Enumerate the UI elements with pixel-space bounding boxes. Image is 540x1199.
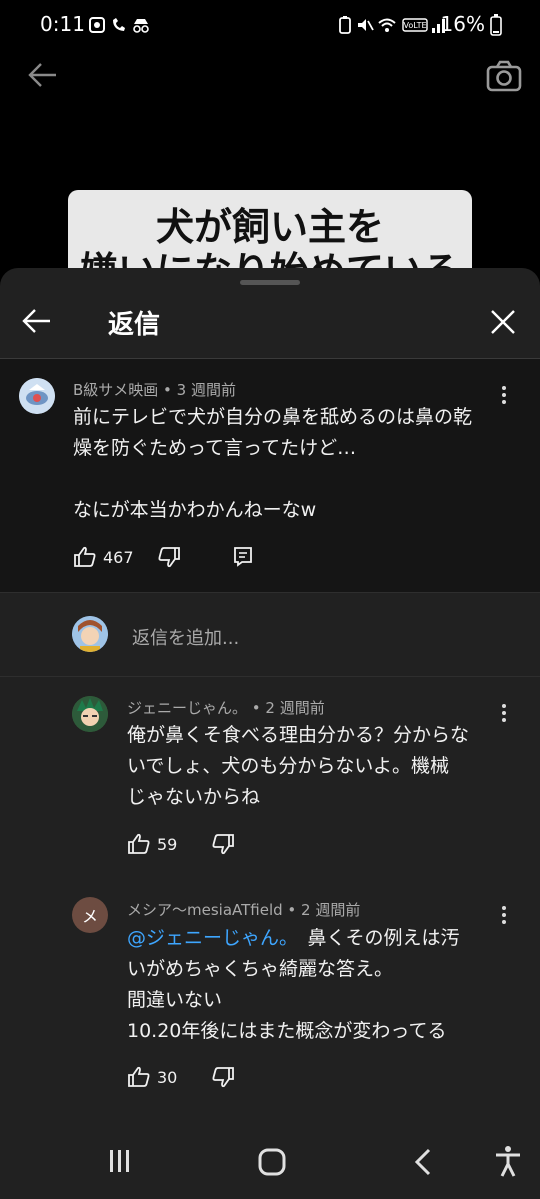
comment-line: 燥を防ぐためって言ってたけど…: [73, 437, 357, 459]
more-vert-icon[interactable]: [502, 704, 506, 725]
comment-line: なにが本当かわかんねーなw: [73, 499, 317, 521]
avatar-letter: メ: [81, 907, 98, 926]
comment-author-meta[interactable]: B級サメ映画 • 3 週間前: [73, 379, 236, 400]
user-avatar: [72, 616, 108, 652]
sheet-back-icon[interactable]: [22, 308, 52, 334]
close-icon[interactable]: [490, 309, 516, 335]
comment-author-meta[interactable]: メシア〜mesiaATfield • 2 週間前: [127, 899, 360, 920]
drag-handle[interactable]: [240, 280, 300, 285]
avatar[interactable]: [19, 378, 55, 414]
character-avatar-icon: [72, 696, 108, 732]
back-icon[interactable]: [413, 1148, 433, 1176]
svg-text:VoLTE: VoLTE: [403, 21, 426, 30]
more-vert-icon[interactable]: [502, 386, 506, 407]
comment-line: じゃないからね: [127, 786, 261, 808]
comment-line: [73, 464, 472, 495]
comment-author-meta[interactable]: ジェニーじゃん。 • 2 週間前: [127, 697, 325, 718]
status-time: 0:11: [40, 12, 85, 36]
avatar[interactable]: [72, 696, 108, 732]
comment-line: 俺が鼻くそ食べる理由分かる？分からな: [127, 724, 470, 746]
mute-icon: [358, 19, 374, 31]
notification-icon: [89, 17, 105, 33]
comment-line: いでしょ、犬のも分からないよ。機械: [127, 755, 450, 777]
accessibility-icon[interactable]: [494, 1145, 522, 1177]
divider: [0, 676, 540, 677]
battery-percent: 16%: [440, 12, 485, 36]
comment-line: 間違いない: [127, 989, 223, 1011]
comment-line: 10.20年後にはまた概念が変わってる: [127, 1020, 447, 1042]
volte-icon: VoLTE: [402, 18, 428, 32]
back-arrow-icon[interactable]: [28, 62, 58, 88]
like-count: 30: [157, 1068, 178, 1087]
dislike-icon[interactable]: [211, 1065, 235, 1089]
anime-avatar-icon: [72, 616, 108, 652]
comment-line-rest: 鼻くその例えは汚: [288, 927, 460, 949]
like-count: 59: [157, 835, 178, 854]
more-vert-icon[interactable]: [502, 906, 506, 927]
comment-line: いがめちゃくちゃ綺麗な答え。: [127, 958, 394, 980]
shark-avatar-icon: [19, 378, 55, 414]
divider: [0, 592, 540, 593]
wifi-icon: [378, 18, 396, 32]
like-icon[interactable]: [127, 832, 151, 856]
sheet-title: 返信: [108, 310, 161, 340]
dislike-icon[interactable]: [211, 832, 235, 856]
status-bar: 0:11 VoLTE 16%: [0, 0, 540, 50]
add-reply-input[interactable]: 返信を追加...: [132, 624, 239, 650]
avatar[interactable]: メ: [72, 897, 108, 933]
dislike-icon[interactable]: [157, 545, 181, 569]
comment-text: 俺が鼻くそ食べる理由分かる？分からな いでしょ、犬のも分からないよ。機械 じゃな…: [127, 720, 469, 813]
recent-apps-icon[interactable]: [106, 1148, 134, 1174]
comment-text: @ジェニーじゃん。 鼻くその例えは汚 いがめちゃくちゃ綺麗な答え。 間違いない …: [127, 923, 460, 1047]
battery-saver-icon: [339, 16, 351, 34]
video-thumbnail-title: 犬が飼い主を 嫌いになり始めている: [68, 190, 472, 280]
reply-icon[interactable]: [232, 545, 254, 567]
call-icon: [113, 18, 125, 31]
comment-line: 前にテレビで犬が自分の鼻を舐めるのは鼻の乾: [73, 406, 473, 428]
mention-link[interactable]: @ジェニーじゃん。: [127, 927, 289, 949]
camera-icon[interactable]: [486, 60, 522, 92]
comment-line: @ジェニーじゃん。 鼻くその例えは汚: [127, 923, 460, 954]
like-icon[interactable]: [73, 545, 97, 569]
home-icon[interactable]: [257, 1147, 287, 1177]
incognito-icon: [133, 19, 149, 33]
like-icon[interactable]: [127, 1065, 151, 1089]
battery-icon: [490, 14, 502, 36]
comment-text: 前にテレビで犬が自分の鼻を舐めるのは鼻の乾 燥を防ぐためって言ってたけど… なに…: [73, 402, 472, 526]
like-count: 467: [103, 548, 134, 567]
